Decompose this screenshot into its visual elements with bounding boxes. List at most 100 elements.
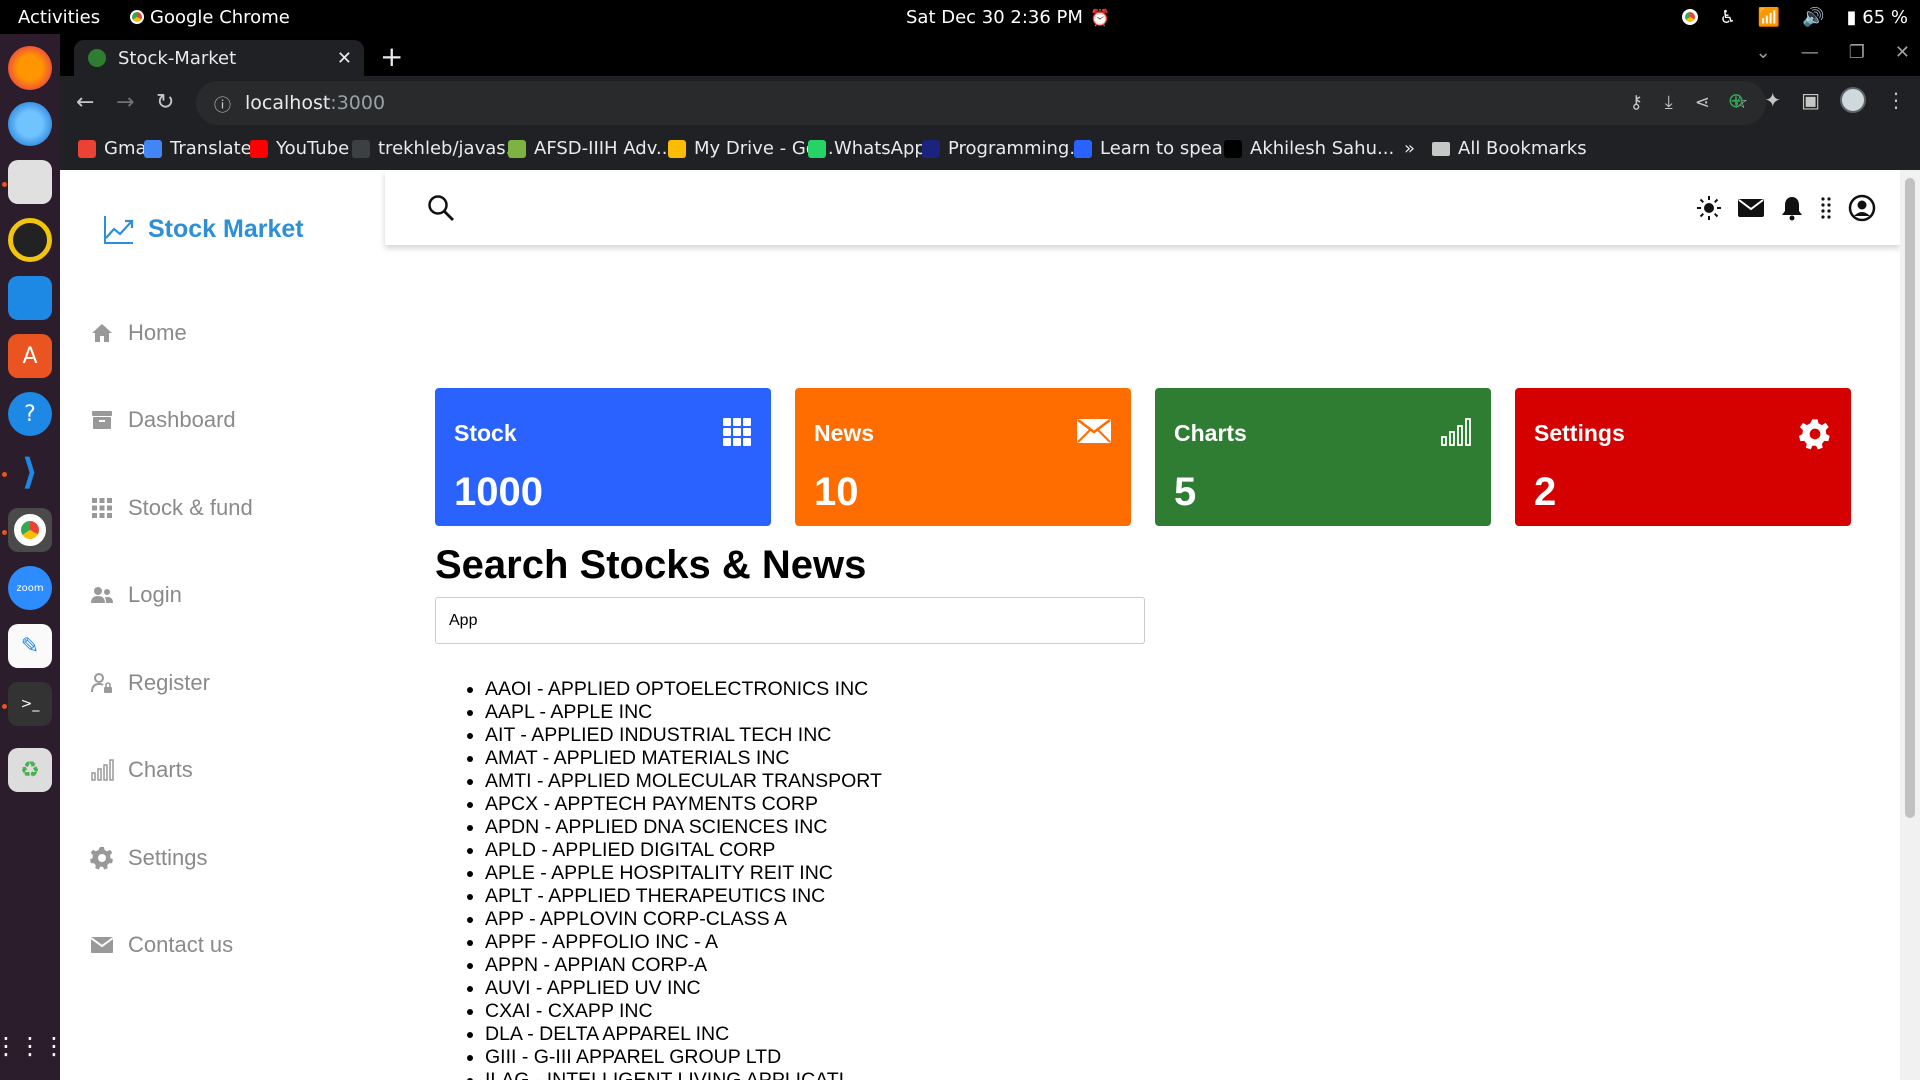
rhythmbox-icon[interactable] xyxy=(8,218,52,262)
search-icon[interactable] xyxy=(427,194,455,222)
card-value: 5 xyxy=(1174,470,1197,514)
drive-icon xyxy=(668,139,686,158)
more-vertical-icon[interactable] xyxy=(1820,195,1832,221)
browser-tab[interactable]: Stock-Market ✕ xyxy=(74,40,364,76)
extensions-puzzle-icon[interactable]: ✦ xyxy=(1764,88,1781,112)
stock-search-input[interactable] xyxy=(435,597,1145,644)
list-item[interactable]: AAOI - APPLIED OPTOELECTRONICS INC xyxy=(485,678,882,701)
bookmark-item[interactable]: Translate xyxy=(144,138,252,159)
tab-search-icon[interactable]: ⌄ xyxy=(1756,42,1771,63)
back-icon[interactable]: ← xyxy=(76,90,94,115)
bookmark-item[interactable]: WhatsApp xyxy=(808,138,926,159)
bookmark-item[interactable]: AFSD-IIIH Adv... xyxy=(508,138,673,159)
bookmark-item[interactable]: Learn to spea... xyxy=(1074,138,1240,159)
all-bookmarks-button[interactable]: All Bookmarks xyxy=(1432,138,1587,159)
list-item[interactable]: AAPL - APPLE INC xyxy=(485,701,882,724)
app-center-icon[interactable]: A xyxy=(8,334,52,378)
list-item[interactable]: AMAT - APPLIED MATERIALS INC xyxy=(485,747,882,770)
more-bookmarks-button[interactable]: » xyxy=(1404,138,1415,159)
sidebar-item-stock-fund[interactable]: Stock & fund xyxy=(90,495,253,521)
sidebar-item-register[interactable]: Register xyxy=(90,670,210,696)
profile-avatar[interactable] xyxy=(1840,87,1866,113)
sidebar-item-home[interactable]: Home xyxy=(90,320,187,346)
user-circle-icon[interactable] xyxy=(1848,194,1876,222)
card-stock[interactable]: Stock 1000 xyxy=(435,388,771,526)
sidebar-item-contact[interactable]: Contact us xyxy=(90,932,233,958)
files-icon[interactable] xyxy=(8,160,52,204)
install-icon[interactable]: ⤓ xyxy=(1665,92,1673,113)
list-item[interactable]: APCX - APPTECH PAYMENTS CORP xyxy=(485,793,882,816)
text-editor-icon[interactable]: ✎ xyxy=(8,624,52,668)
help-icon[interactable]: ? xyxy=(8,392,52,436)
bookmark-item[interactable]: Programming... xyxy=(922,138,1086,159)
writer-icon[interactable] xyxy=(8,276,52,320)
bell-icon[interactable] xyxy=(1780,195,1804,221)
mail-icon[interactable] xyxy=(1738,197,1764,219)
sidebar-item-charts[interactable]: Charts xyxy=(90,757,193,783)
card-charts[interactable]: Charts 5 xyxy=(1155,388,1491,526)
system-tray[interactable]: ♿ 📶 🔊 ▮ 65 % xyxy=(1681,6,1908,28)
share-icon[interactable]: ⋖ xyxy=(1695,92,1710,113)
extension-plus-icon[interactable]: ⊕ xyxy=(1728,88,1745,112)
list-item[interactable]: APPF - APPFOLIO INC - A xyxy=(485,931,882,954)
maximize-icon[interactable]: ❐ xyxy=(1849,42,1865,63)
list-item[interactable]: ILAG - INTELLIGENT LIVING APPLICATI xyxy=(485,1069,882,1080)
list-item[interactable]: AMTI - APPLIED MOLECULAR TRANSPORT xyxy=(485,770,882,793)
show-apps-icon[interactable]: ⋮⋮⋮ xyxy=(0,1024,66,1068)
card-news[interactable]: News 10 xyxy=(795,388,1131,526)
chrome-dock-icon[interactable] xyxy=(8,508,52,552)
list-item[interactable]: CXAI - CXAPP INC xyxy=(485,1000,882,1023)
close-window-icon[interactable]: ✕ xyxy=(1895,42,1910,63)
grid-icon xyxy=(723,418,751,446)
battery-status: ▮ 65 % xyxy=(1846,6,1908,28)
side-panel-icon[interactable]: ▣ xyxy=(1801,88,1820,112)
clock[interactable]: Sat Dec 30 2:36 PM xyxy=(906,7,1083,28)
tab-title: Stock-Market xyxy=(118,47,237,69)
address-bar[interactable]: ⓘ localhost:3000 ⚷ ⤓ ⋖ ☆ xyxy=(196,81,1766,125)
list-item[interactable]: APLT - APPLIED THERAPEUTICS INC xyxy=(485,885,882,908)
bookmark-item[interactable]: YouTube xyxy=(250,138,349,159)
list-item[interactable]: DLA - DELTA APPAREL INC xyxy=(485,1023,882,1046)
new-tab-button[interactable]: + xyxy=(380,40,403,73)
list-item[interactable]: APLE - APPLE HOSPITALITY REIT INC xyxy=(485,862,882,885)
whatsapp-icon xyxy=(808,139,826,158)
site-info-icon[interactable]: ⓘ xyxy=(214,91,231,116)
extensions-area: ⊕ ✦ ▣ ⋮ xyxy=(1728,87,1906,113)
card-title: News xyxy=(814,420,875,446)
brand[interactable]: Stock Market xyxy=(102,212,304,246)
firefox-icon[interactable] xyxy=(8,46,52,90)
list-item[interactable]: GIII - G-III APPAREL GROUP LTD xyxy=(485,1046,882,1069)
list-item[interactable]: APPN - APPIAN CORP-A xyxy=(485,954,882,977)
vscode-icon[interactable]: ⟩ xyxy=(8,450,52,494)
thunderbird-icon[interactable] xyxy=(8,102,52,146)
github-icon xyxy=(352,139,370,158)
sidebar-item-login[interactable]: Login xyxy=(90,582,182,608)
list-item[interactable]: AIT - APPLIED INDUSTRIAL TECH INC xyxy=(485,724,882,747)
list-item[interactable]: APDN - APPLIED DNA SCIENCES INC xyxy=(485,816,882,839)
url-host: localhost xyxy=(245,92,331,114)
bookmark-item[interactable]: trekhleb/javas... xyxy=(352,138,523,159)
close-tab-icon[interactable]: ✕ xyxy=(337,48,352,69)
browser-toolbar: ← → ↻ ⓘ localhost:3000 ⚷ ⤓ ⋖ ☆ ⊕ ✦ ▣ ⋮ xyxy=(60,76,1920,130)
list-item[interactable]: APLD - APPLIED DIGITAL CORP xyxy=(485,839,882,862)
forward-icon[interactable]: → xyxy=(116,90,134,115)
sidebar-item-settings[interactable]: Settings xyxy=(90,845,208,871)
chrome-menu-icon[interactable]: ⋮ xyxy=(1886,88,1906,112)
reload-icon[interactable]: ↻ xyxy=(156,90,174,115)
scrollbar-thumb[interactable] xyxy=(1905,178,1915,818)
minimize-icon[interactable]: — xyxy=(1801,42,1819,63)
zoom-icon[interactable]: zoom xyxy=(8,566,52,610)
gear-icon xyxy=(90,847,113,870)
activities-button[interactable]: Activities xyxy=(18,7,100,28)
card-settings[interactable]: Settings 2 xyxy=(1515,388,1851,526)
key-icon[interactable]: ⚷ xyxy=(1630,92,1643,113)
list-item[interactable]: AUVI - APPLIED UV INC xyxy=(485,977,882,1000)
app-menu[interactable]: Google Chrome xyxy=(130,7,290,28)
list-item[interactable]: APP - APPLOVIN CORP-CLASS A xyxy=(485,908,882,931)
bookmark-item[interactable]: Akhilesh Sahu... xyxy=(1224,138,1394,159)
terminal-icon[interactable]: >_ xyxy=(8,682,52,726)
trash-icon[interactable]: ♻ xyxy=(8,748,52,792)
sun-icon[interactable] xyxy=(1696,195,1722,221)
sidebar-item-dashboard[interactable]: Dashboard xyxy=(90,407,236,433)
page-scrollbar[interactable] xyxy=(1900,170,1920,1080)
